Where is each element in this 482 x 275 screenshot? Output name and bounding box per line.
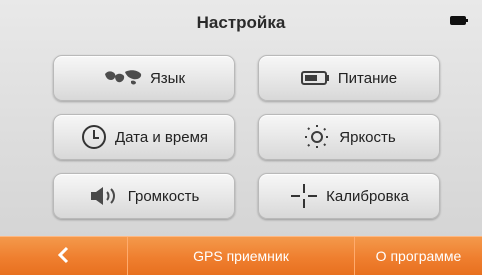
calibration-button[interactable]: Калибровка [258, 173, 440, 219]
gps-receiver-tab[interactable]: GPS приемник [128, 237, 355, 275]
battery-icon [450, 16, 468, 25]
brightness-button[interactable]: Яркость [258, 114, 440, 160]
clock-icon [80, 123, 108, 151]
calibration-label: Калибровка [326, 187, 409, 205]
volume-label: Громкость [127, 187, 200, 205]
chevron-left-icon [57, 246, 71, 267]
page-title: Настройка [196, 13, 286, 32]
crosshair-icon [289, 183, 319, 209]
battery-power-icon [300, 70, 331, 86]
about-program-tab[interactable]: О программе [355, 237, 482, 275]
title-bar: Настройка [0, 0, 482, 46]
settings-screen: Настройка Язык Питание Дата и время Ярко… [0, 0, 482, 275]
language-button[interactable]: Язык [53, 55, 235, 101]
date-time-label: Дата и время [114, 128, 209, 146]
brightness-label: Яркость [339, 128, 396, 146]
power-button[interactable]: Питание [258, 55, 440, 101]
language-label: Язык [149, 69, 186, 87]
sun-icon [302, 124, 332, 150]
bottom-navigation-bar: GPS приемник О программе [0, 236, 482, 275]
world-map-icon [103, 68, 143, 88]
back-button[interactable] [0, 237, 128, 275]
volume-button[interactable]: Громкость [53, 173, 235, 219]
speaker-icon [89, 185, 121, 207]
power-label: Питание [337, 69, 398, 87]
date-time-button[interactable]: Дата и время [53, 114, 235, 160]
